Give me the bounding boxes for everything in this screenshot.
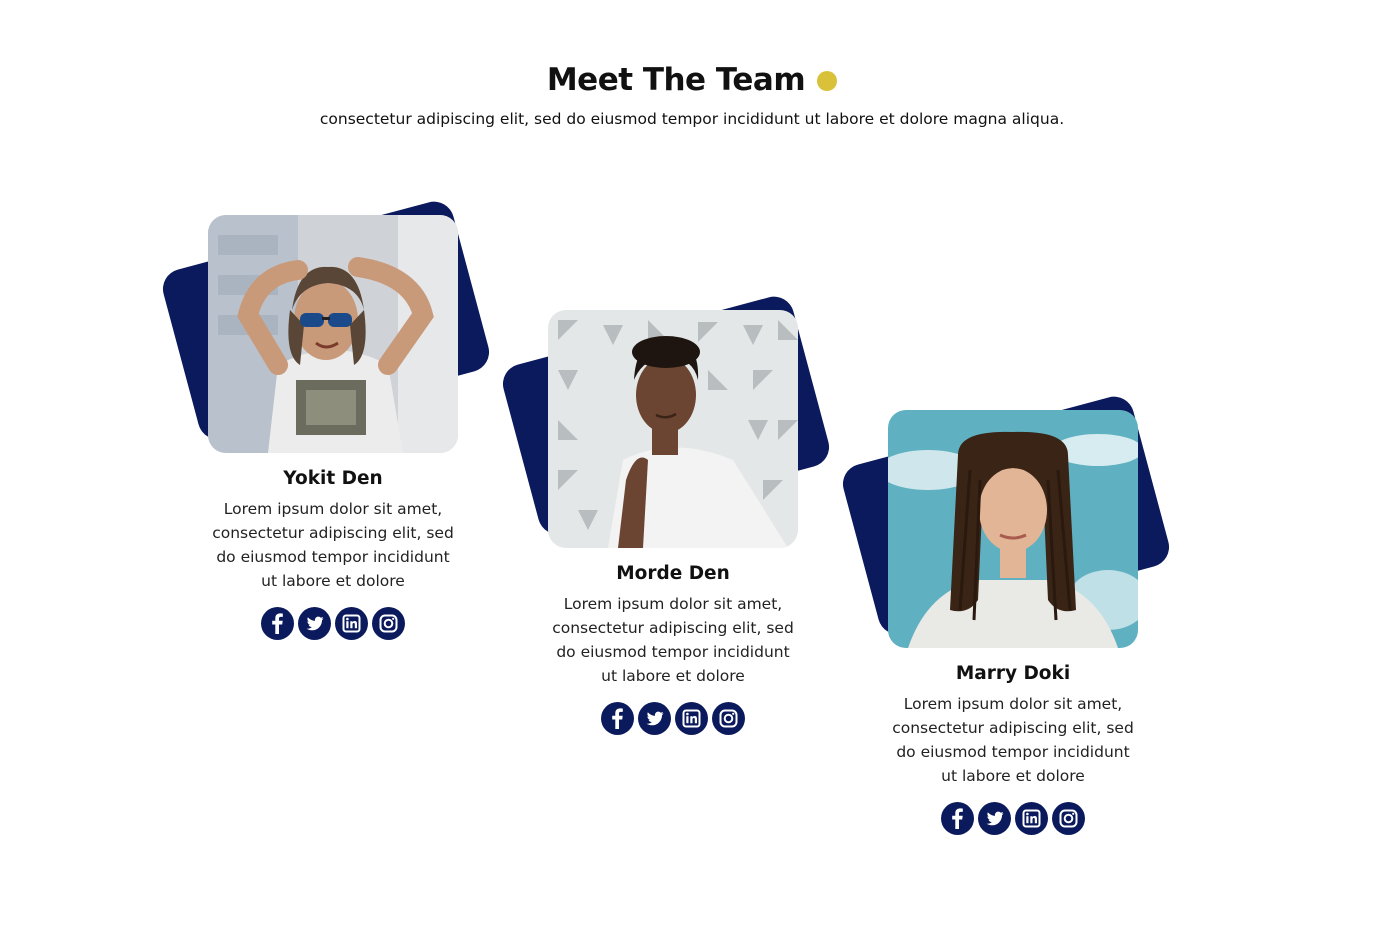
team-card: Marry Doki Lorem ipsum dolor sit amet, c… bbox=[838, 392, 1174, 835]
team-card: Yokit Den Lorem ipsum dolor sit amet, co… bbox=[158, 197, 494, 640]
section-header: Meet The Team consectetur adipiscing eli… bbox=[0, 62, 1384, 128]
facebook-icon[interactable] bbox=[601, 702, 634, 735]
accent-dot bbox=[817, 71, 838, 91]
section-title: Meet The Team bbox=[546, 62, 806, 98]
member-photo bbox=[888, 410, 1138, 648]
team-section: Meet The Team consectetur adipiscing eli… bbox=[0, 0, 1384, 928]
member-name: Yokit Den bbox=[283, 468, 383, 489]
instagram-icon[interactable] bbox=[1052, 802, 1085, 835]
title-row: Meet The Team bbox=[546, 62, 838, 98]
member-bio: Lorem ipsum dolor sit amet, consectetur … bbox=[552, 595, 794, 685]
photo-frame bbox=[158, 197, 494, 453]
team-card: Morde Den Lorem ipsum dolor sit amet, co… bbox=[498, 292, 834, 735]
twitter-icon[interactable] bbox=[978, 802, 1011, 835]
linkedin-icon[interactable] bbox=[675, 702, 708, 735]
social-links bbox=[208, 607, 458, 640]
facebook-icon[interactable] bbox=[941, 802, 974, 835]
twitter-icon[interactable] bbox=[638, 702, 671, 735]
member-photo bbox=[208, 215, 458, 453]
member-photo bbox=[548, 310, 798, 548]
linkedin-icon[interactable] bbox=[1015, 802, 1048, 835]
photo-frame bbox=[498, 292, 834, 548]
facebook-icon[interactable] bbox=[261, 607, 294, 640]
twitter-icon[interactable] bbox=[298, 607, 331, 640]
instagram-icon[interactable] bbox=[712, 702, 745, 735]
member-bio: Lorem ipsum dolor sit amet, consectetur … bbox=[212, 500, 454, 590]
member-name: Marry Doki bbox=[955, 663, 1071, 684]
member-bio: Lorem ipsum dolor sit amet, consectetur … bbox=[892, 695, 1134, 785]
member-name: Morde Den bbox=[616, 563, 730, 584]
section-subtitle: consectetur adipiscing elit, sed do eius… bbox=[319, 110, 1065, 128]
social-links bbox=[548, 702, 798, 735]
instagram-icon[interactable] bbox=[372, 607, 405, 640]
photo-frame bbox=[838, 392, 1174, 648]
linkedin-icon[interactable] bbox=[335, 607, 368, 640]
social-links bbox=[888, 802, 1138, 835]
